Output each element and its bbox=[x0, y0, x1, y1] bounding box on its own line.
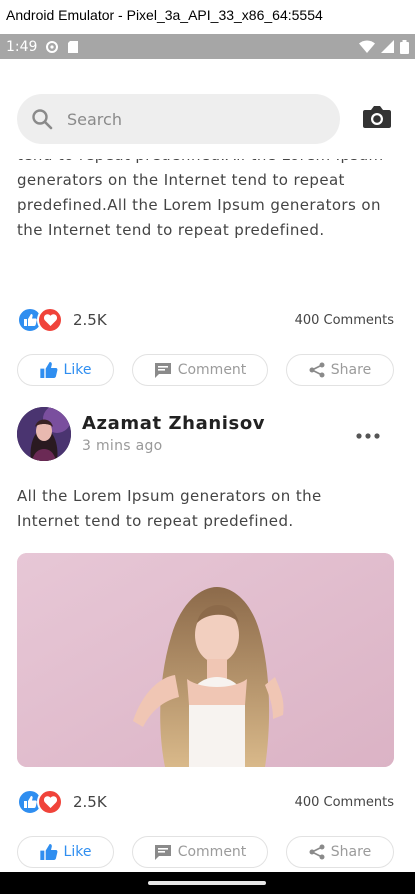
search-header: Search bbox=[0, 59, 415, 159]
comment-label: Comment bbox=[177, 362, 247, 378]
post-text: All the Lorem Ipsum generators on the In… bbox=[17, 487, 322, 530]
feed-screen: tend to repeat predefined.All the Lorem … bbox=[0, 59, 415, 872]
comment-button[interactable]: Comment bbox=[132, 354, 268, 386]
camera-icon bbox=[363, 106, 391, 128]
post-actions: Like Comment Share bbox=[17, 354, 394, 386]
reaction-count: 2.5K bbox=[73, 311, 107, 329]
search-icon bbox=[32, 109, 53, 130]
thumbs-up-icon bbox=[39, 362, 57, 378]
share-icon bbox=[309, 362, 325, 378]
post-photo[interactable] bbox=[17, 553, 394, 767]
comments-count[interactable]: 400 Comments bbox=[295, 313, 394, 328]
heart-icon bbox=[37, 789, 63, 815]
search-input[interactable]: Search bbox=[17, 94, 340, 144]
comment-button[interactable]: Comment bbox=[132, 836, 268, 868]
share-label: Share bbox=[330, 362, 372, 378]
system-nav-bar bbox=[0, 872, 415, 894]
avatar[interactable] bbox=[17, 407, 71, 461]
search-placeholder: Search bbox=[67, 109, 122, 129]
status-time: 1:49 bbox=[6, 38, 38, 55]
comments-count[interactable]: 400 Comments bbox=[295, 795, 394, 810]
like-label: Like bbox=[63, 844, 92, 860]
heart-icon bbox=[37, 307, 63, 333]
like-label: Like bbox=[63, 362, 92, 378]
wifi-icon bbox=[359, 40, 375, 53]
home-gesture-handle[interactable] bbox=[148, 881, 266, 885]
comment-icon bbox=[154, 845, 171, 860]
comment-label: Comment bbox=[177, 844, 247, 860]
reaction-count: 2.5K bbox=[73, 793, 107, 811]
post-actions: Like Comment Share bbox=[17, 836, 394, 868]
like-button[interactable]: Like bbox=[17, 836, 114, 868]
author-name[interactable]: Azamat Zhanisov bbox=[82, 413, 265, 434]
more-options-button[interactable] bbox=[356, 424, 380, 443]
sd-card-icon bbox=[68, 40, 79, 53]
share-button[interactable]: Share bbox=[286, 836, 394, 868]
signal-icon bbox=[381, 40, 394, 53]
share-icon bbox=[309, 844, 325, 860]
battery-icon bbox=[400, 39, 409, 54]
more-icon bbox=[356, 433, 380, 439]
post-time: 3 mins ago bbox=[82, 438, 163, 454]
share-label: Share bbox=[330, 844, 372, 860]
post-header: Azamat Zhanisov 3 mins ago bbox=[17, 407, 394, 461]
comment-icon bbox=[154, 363, 171, 378]
camera-button[interactable] bbox=[362, 104, 392, 134]
status-bar: 1:49 bbox=[0, 34, 415, 59]
thumbs-up-icon bbox=[39, 844, 57, 860]
reactions-row: 2.5K 400 Comments bbox=[17, 306, 394, 334]
like-button[interactable]: Like bbox=[17, 354, 114, 386]
share-button[interactable]: Share bbox=[286, 354, 394, 386]
reactions-row: 2.5K 400 Comments bbox=[17, 788, 394, 816]
settings-status-icon bbox=[46, 40, 59, 53]
window-title: Android Emulator - Pixel_3a_API_33_x86_6… bbox=[0, 0, 415, 34]
